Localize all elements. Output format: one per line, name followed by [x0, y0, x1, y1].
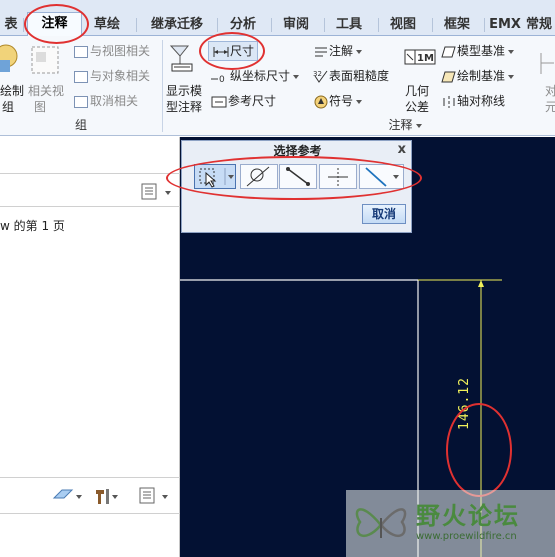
tab-general[interactable]: 常规 — [522, 14, 555, 36]
watermark-title: 野火论坛 — [416, 502, 520, 530]
cancel-button[interactable]: 取消 — [362, 204, 406, 224]
relate-to-object-button[interactable]: 与对象相关 — [74, 68, 150, 84]
tab-separator — [484, 18, 485, 32]
reference-dimension-icon — [211, 96, 227, 107]
tab-sketch[interactable]: 草绘 — [86, 14, 128, 36]
datum-plane-icon — [441, 46, 456, 57]
svg-text:32: 32 — [313, 70, 322, 78]
svg-text:1M: 1M — [417, 53, 434, 64]
dimension-arrow — [478, 280, 484, 287]
tab-emx[interactable]: EMX — [488, 14, 522, 36]
panel-divider — [0, 173, 180, 174]
highlight-reference-toolbar — [166, 156, 422, 200]
watermark-url: www.proewildfire.cn — [416, 531, 517, 542]
dialog-close-button[interactable]: x — [398, 142, 406, 157]
reference-dimension-button[interactable]: 参考尺寸 — [210, 93, 276, 109]
note-button[interactable]: 注解 — [313, 43, 363, 59]
group-label-annotate: 注释 — [370, 116, 440, 134]
list-options-button[interactable] — [140, 183, 176, 204]
draw-datum-button[interactable]: 绘制基准 — [441, 68, 515, 84]
tab-separator — [324, 18, 325, 32]
draw-group-label-2: 组 — [2, 100, 15, 114]
tab-separator — [432, 18, 433, 32]
butterfly-logo-icon — [355, 508, 407, 538]
panel-divider — [0, 477, 180, 478]
surface-finish-button[interactable]: 32 表面粗糙度 — [313, 68, 389, 84]
highlight-annotate-tab — [24, 4, 89, 44]
surface-finish-icon: 32 — [313, 70, 328, 83]
relate-to-view-button[interactable]: 与视图相关 — [74, 43, 150, 59]
related-view-button[interactable] — [28, 44, 62, 82]
tab-view[interactable]: 视图 — [383, 14, 423, 36]
axis-symmetry-button[interactable]: 轴对称线 — [441, 93, 505, 109]
draw-group-button[interactable]: 绘制 组 — [0, 83, 24, 115]
geometric-tolerance-button[interactable]: 1M — [403, 44, 437, 78]
tab-separator — [217, 18, 218, 32]
tab-table[interactable]: 表 — [0, 14, 22, 36]
ordinate-dimension-icon: 0 — [211, 75, 225, 84]
ribbon-panel: 绘制 组 相关视 图 与视图相关 与对象相关 取消相关 组 显示模 型注释 尺寸… — [0, 36, 555, 136]
geometric-tolerance-label: 几何 公差 — [405, 84, 430, 114]
relate-view-icon — [74, 45, 88, 58]
group-label-group: 组 — [74, 118, 87, 132]
forum-watermark: 野火论坛 www.proewildfire.cn — [346, 490, 555, 557]
view-frame-icon — [31, 46, 59, 74]
draw-group-label-1: 绘制 — [0, 84, 25, 98]
panel-divider — [0, 206, 180, 207]
partial-right-button[interactable] — [538, 50, 555, 80]
symbol-icon — [314, 95, 328, 108]
sphere-icon — [0, 44, 18, 72]
tab-review[interactable]: 审阅 — [276, 14, 316, 36]
panel-divider — [0, 513, 180, 514]
svg-text:0: 0 — [219, 75, 225, 84]
symbol-button[interactable]: 符号 — [313, 93, 363, 109]
show-model-annotations-label: 显示模 型注释 — [166, 84, 203, 114]
cancel-relation-icon — [74, 95, 88, 108]
list-icon — [139, 487, 168, 504]
axis-symmetry-icon — [443, 95, 455, 108]
cancel-relation-button[interactable]: 取消相关 — [74, 93, 138, 109]
eraser-icon — [52, 489, 82, 499]
tab-framework[interactable]: 框架 — [437, 14, 477, 36]
related-view-label: 相关视 图 — [28, 84, 65, 114]
tab-tools[interactable]: 工具 — [329, 14, 369, 36]
group-separator — [162, 40, 163, 132]
tab-separator — [136, 18, 137, 32]
geometric-tolerance-icon: 1M — [404, 49, 436, 65]
panel-tools — [52, 487, 168, 504]
show-model-annotation-icon — [169, 45, 193, 72]
partial-right-icon — [540, 53, 554, 74]
hammer-icon — [96, 489, 118, 504]
list-icon — [141, 183, 171, 200]
partial-right-label: 对 元 — [545, 84, 555, 114]
relate-object-icon — [74, 70, 88, 83]
model-datum-button[interactable]: 模型基准 — [441, 43, 515, 59]
left-panel: w 的第 1 页 — [0, 137, 180, 557]
tab-separator — [271, 18, 272, 32]
draw-datum-icon — [441, 71, 456, 82]
highlight-dimension-button — [199, 32, 265, 70]
highlight-dimension-value — [446, 403, 512, 497]
partial-icon[interactable] — [0, 42, 18, 78]
panel-toolbar — [52, 486, 176, 509]
ordinate-dimension-button[interactable]: 0 纵坐标尺寸 — [210, 68, 300, 84]
page-indicator: w 的第 1 页 — [0, 219, 65, 233]
note-icon — [315, 47, 327, 56]
tab-separator — [378, 18, 379, 32]
tab-legacy-migration[interactable]: 继承迁移 — [141, 14, 213, 36]
